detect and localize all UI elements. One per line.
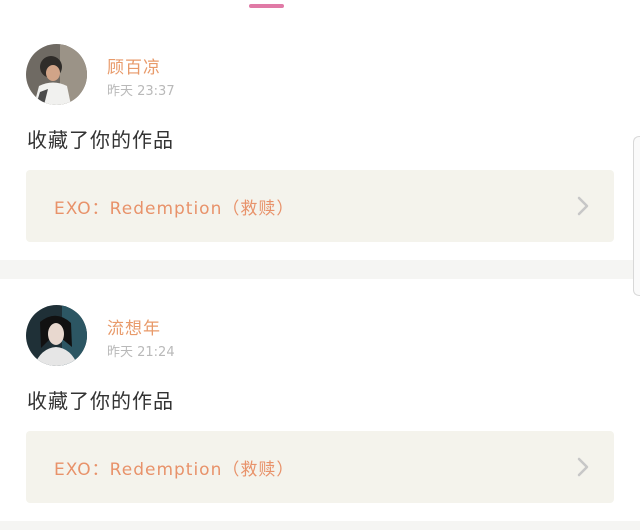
notification-card: 流想年 昨天 21:24 收藏了你的作品 EXO：Redemption（救赎） bbox=[0, 279, 640, 521]
user-avatar-photo-icon bbox=[26, 44, 87, 105]
work-link[interactable]: EXO：Redemption（救赎） bbox=[26, 170, 614, 242]
activity-text: 收藏了你的作品 bbox=[27, 389, 174, 413]
activity-text: 收藏了你的作品 bbox=[27, 128, 174, 152]
timestamp: 昨天 23:37 bbox=[107, 84, 175, 99]
work-title: EXO：Redemption（救赎） bbox=[54, 460, 295, 480]
notification-card: 顾百凉 昨天 23:37 收藏了你的作品 EXO：Redemption（救赎） bbox=[0, 18, 640, 260]
username[interactable]: 顾百凉 bbox=[107, 53, 161, 78]
timestamp: 昨天 21:24 bbox=[107, 345, 175, 360]
work-title: EXO：Redemption（救赎） bbox=[54, 199, 295, 219]
work-link[interactable]: EXO：Redemption（救赎） bbox=[26, 431, 614, 503]
username[interactable]: 流想年 bbox=[107, 314, 161, 339]
chevron-right-icon bbox=[577, 457, 589, 477]
chevron-right-icon bbox=[577, 196, 589, 216]
card-separator bbox=[0, 521, 640, 530]
user-avatar[interactable] bbox=[26, 305, 87, 366]
card-separator bbox=[0, 260, 640, 279]
active-tab-indicator bbox=[249, 4, 284, 8]
user-avatar[interactable] bbox=[26, 44, 87, 105]
scrollbar[interactable] bbox=[633, 136, 640, 296]
notification-feed: 顾百凉 昨天 23:37 收藏了你的作品 EXO：Redemption（救赎） … bbox=[0, 0, 640, 530]
user-avatar-photo-icon bbox=[26, 305, 87, 366]
